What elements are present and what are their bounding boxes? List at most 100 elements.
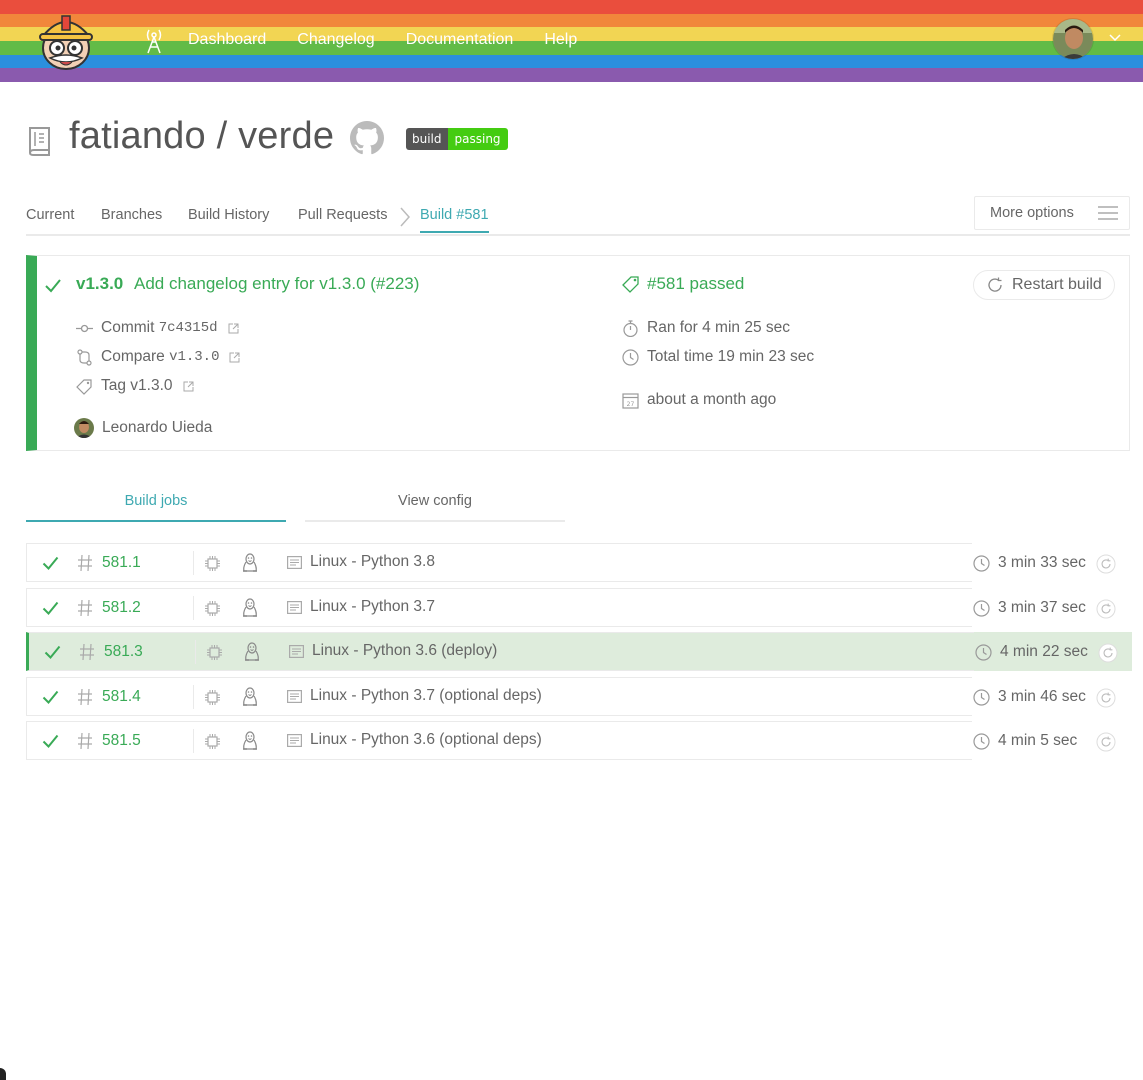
compare-ref[interactable]: v1.3.0	[169, 349, 219, 365]
commit-message[interactable]: Add changelog entry for v1.3.0 (#223)	[134, 274, 419, 294]
build-summary-card: v1.3.0 Add changelog entry for v1.3.0 (#…	[26, 255, 1130, 451]
repo-tabs: Current Branches Build History Pull Requ…	[26, 196, 1130, 236]
job-duration: 4 min 5 sec	[998, 732, 1078, 749]
nav-documentation-link[interactable]: Documentation	[406, 31, 514, 49]
cpu-icon	[206, 644, 223, 661]
external-link-icon[interactable]	[183, 381, 194, 392]
job-name: Linux - Python 3.6 (optional deps)	[310, 731, 542, 748]
restart-job-icon[interactable]	[1098, 643, 1118, 663]
total-time-text: Total time 19 min 23 sec	[647, 348, 815, 365]
repo-title[interactable]: fatiando / verde	[69, 115, 334, 158]
job-number[interactable]: 581.5	[102, 732, 141, 750]
hamburger-icon	[1097, 206, 1119, 220]
build-version[interactable]: v1.3.0	[76, 274, 123, 294]
tab-current[interactable]: Current	[26, 207, 74, 223]
job-env-icon	[287, 734, 302, 747]
job-row[interactable]: 581.2 Linux - Python 3.7 3 min 37 sec	[26, 587, 1130, 627]
job-row[interactable]: 581.4 Linux - Python 3.7 (optional deps)…	[26, 676, 1130, 716]
job-duration: 3 min 33 sec	[998, 554, 1086, 571]
compare-row[interactable]: Compare v1.3.0	[76, 348, 240, 366]
job-name: Linux - Python 3.6 (deploy)	[312, 642, 498, 659]
job-number[interactable]: 581.4	[102, 688, 141, 706]
svg-text:27: 27	[627, 401, 635, 408]
check-icon	[42, 600, 59, 617]
job-env-icon	[287, 689, 302, 703]
tag-row[interactable]: Tag v1.3.0	[76, 377, 194, 395]
restart-build-button[interactable]: Restart build	[973, 270, 1115, 300]
restart-build-label: Restart build	[1012, 276, 1102, 293]
tab-build-jobs[interactable]: Build jobs	[26, 482, 286, 522]
main-nav: Dashboard Changelog Documentation Help	[142, 26, 608, 54]
build-status-badge[interactable]: build passing	[406, 128, 508, 150]
github-icon[interactable]	[350, 121, 384, 155]
job-row[interactable]: 581.3 Linux - Python 3.6 (deploy) 4 min …	[26, 632, 1132, 671]
nav-help-link[interactable]: Help	[544, 31, 577, 49]
hash-icon	[77, 599, 93, 617]
clock-icon	[622, 348, 639, 366]
nav-dashboard-link[interactable]: Dashboard	[188, 31, 266, 49]
hash-icon	[77, 732, 93, 750]
restart-icon	[986, 276, 1004, 294]
calendar-icon: 27	[622, 392, 639, 409]
commit-row[interactable]: Commit 7c4315d	[76, 319, 239, 337]
tab-build-581[interactable]: Build #581	[420, 207, 489, 233]
job-number[interactable]: 581.3	[104, 643, 143, 661]
repo-icon	[27, 126, 53, 156]
build-status-text: #581 passed	[647, 274, 745, 293]
column-divider	[193, 729, 194, 753]
hash-icon	[77, 554, 93, 572]
clock-icon	[973, 688, 990, 706]
job-duration: 3 min 37 sec	[998, 598, 1086, 616]
restart-job-icon[interactable]	[1096, 732, 1116, 752]
nav-changelog-link[interactable]: Changelog	[297, 31, 374, 49]
check-icon	[42, 689, 59, 706]
cpu-icon	[204, 555, 221, 572]
linux-icon	[241, 553, 259, 573]
restart-job-icon[interactable]	[1096, 599, 1116, 619]
job-number[interactable]: 581.1	[102, 554, 141, 572]
job-number[interactable]: 581.2	[102, 599, 141, 617]
badge-label: build	[406, 128, 448, 150]
chevron-down-icon[interactable]	[1108, 30, 1122, 44]
total-time-row: Total time 19 min 23 sec	[622, 348, 814, 366]
clock-icon	[973, 555, 990, 572]
job-env-icon	[287, 600, 302, 614]
author-row[interactable]: Leonardo Uieda	[74, 418, 212, 438]
tab-branches[interactable]: Branches	[101, 207, 162, 223]
build-status[interactable]: #581 passed	[622, 274, 744, 294]
tag-label: Tag v1.3.0	[101, 377, 173, 394]
travis-mascot-icon[interactable]	[36, 10, 96, 70]
clock-icon	[973, 599, 990, 617]
commit-sha[interactable]: 7c4315d	[159, 320, 218, 336]
job-row[interactable]: 581.5 Linux - Python 3.6 (optional deps)…	[26, 721, 1130, 760]
restart-job-icon[interactable]	[1096, 554, 1116, 574]
more-options-label: More options	[990, 205, 1074, 221]
compare-label: Compare	[101, 348, 165, 365]
clock-icon	[975, 644, 992, 661]
clock-icon	[973, 733, 990, 750]
job-name: Linux - Python 3.7 (optional deps)	[310, 686, 542, 704]
author-avatar	[74, 418, 94, 438]
job-env-icon	[289, 645, 304, 658]
badge-status: passing	[447, 128, 508, 150]
stopwatch-icon	[622, 319, 639, 337]
tag-icon	[622, 275, 640, 293]
tab-build-history[interactable]: Build History	[188, 207, 269, 223]
commit-label: Commit	[101, 319, 155, 336]
user-avatar[interactable]	[1052, 18, 1094, 60]
tag-icon	[76, 378, 93, 395]
date-text: about a month ago	[647, 391, 777, 408]
tab-view-config[interactable]: View config	[305, 482, 565, 522]
broadcast-tower-icon[interactable]	[142, 26, 166, 54]
job-name: Linux - Python 3.8	[310, 553, 435, 570]
external-link-icon[interactable]	[228, 323, 239, 334]
tab-pull-requests[interactable]: Pull Requests	[298, 207, 387, 223]
job-row[interactable]: 581.1 Linux - Python 3.8 3 min 33 sec	[26, 543, 1130, 582]
restart-job-icon[interactable]	[1096, 688, 1116, 708]
commit-icon	[76, 320, 93, 337]
check-icon	[44, 644, 61, 661]
external-link-icon[interactable]	[229, 352, 240, 363]
column-divider	[193, 595, 194, 620]
more-options-button[interactable]: More options	[974, 196, 1130, 230]
column-divider	[195, 640, 196, 664]
